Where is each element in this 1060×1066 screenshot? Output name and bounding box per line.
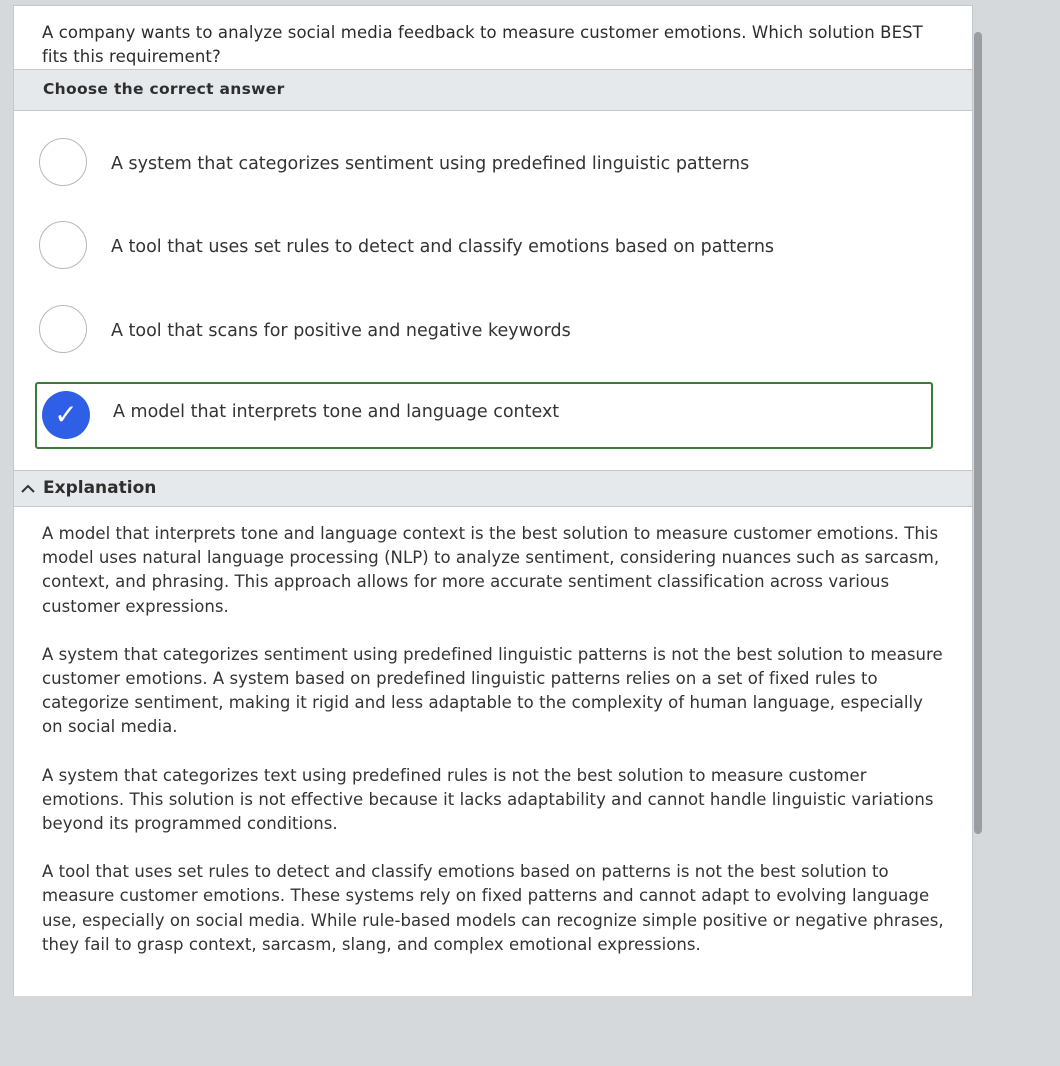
answer-option-label: A tool that scans for positive and negat… <box>111 321 571 341</box>
checkmark-icon[interactable]: ✓ <box>42 391 90 439</box>
explanation-body: A model that interprets tone and languag… <box>14 507 972 957</box>
answer-option-3[interactable]: A tool that scans for positive and negat… <box>39 300 939 356</box>
answer-option-1[interactable]: A system that categorizes sentiment usin… <box>39 132 939 188</box>
choose-answer-header: Choose the correct answer <box>14 70 972 111</box>
radio-button[interactable] <box>39 305 87 353</box>
answer-option-label: A system that categorizes sentiment usin… <box>111 154 750 174</box>
chevron-up-icon <box>21 484 35 493</box>
explanation-paragraph: A tool that uses set rules to detect and… <box>42 862 944 954</box>
scrollbar[interactable] <box>974 32 984 834</box>
answer-option-label: A model that interprets tone and languag… <box>113 402 560 422</box>
explanation-paragraph: A system that categorizes sentiment usin… <box>42 644 943 737</box>
question-text: A company wants to analyze social media … <box>14 6 972 70</box>
question-panel: A company wants to analyze social media … <box>13 5 973 996</box>
answer-option-label: A tool that uses set rules to detect and… <box>111 237 775 257</box>
radio-button[interactable] <box>39 138 87 186</box>
explanation-title: Explanation <box>43 478 157 498</box>
scrollbar-thumb[interactable] <box>974 32 982 834</box>
answer-options: A system that categorizes sentiment usin… <box>14 111 972 470</box>
explanation-paragraph: A system that categorizes text using pre… <box>42 765 934 834</box>
radio-button[interactable] <box>39 221 87 269</box>
explanation-paragraph: A model that interprets tone and languag… <box>42 524 940 616</box>
answer-option-2[interactable]: A tool that uses set rules to detect and… <box>39 216 939 272</box>
explanation-toggle[interactable]: Explanation <box>14 470 972 507</box>
answer-option-4-selected[interactable]: ✓ A model that interprets tone and langu… <box>35 382 933 449</box>
